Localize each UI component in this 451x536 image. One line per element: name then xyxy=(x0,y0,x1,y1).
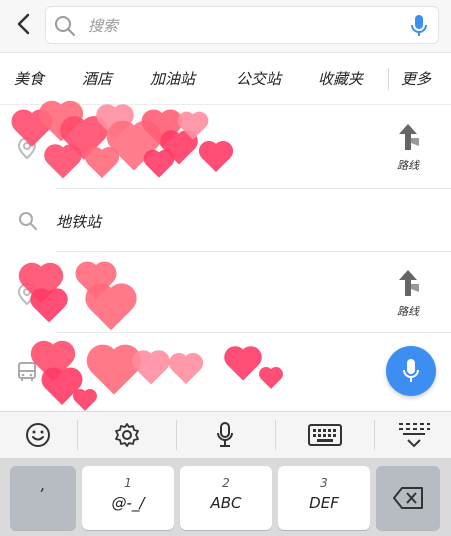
category-favorites[interactable]: 收藏夹 xyxy=(318,68,363,89)
search-icon xyxy=(54,15,76,41)
route-button[interactable]: 路线 xyxy=(391,269,425,319)
emoji-icon xyxy=(26,423,50,447)
route-label: 路线 xyxy=(397,305,419,318)
search-placeholder: 搜索 xyxy=(88,17,119,35)
toolbar-divider xyxy=(374,420,375,450)
top-search-bar: 搜索 xyxy=(0,0,451,53)
toolbar-divider xyxy=(275,420,276,450)
route-arrow-icon xyxy=(399,124,419,150)
key-2[interactable]: 2 ABC xyxy=(180,466,272,530)
row-divider xyxy=(56,332,451,333)
key-number: 1 xyxy=(124,476,132,490)
category-divider xyxy=(388,68,389,90)
key-label: ABC xyxy=(210,494,242,512)
route-button[interactable]: 路线 xyxy=(391,123,425,173)
keyboard-switch-button[interactable] xyxy=(305,420,345,450)
category-bus-stop[interactable]: 公交站 xyxy=(236,68,281,89)
toolbar-divider xyxy=(77,420,78,450)
category-gas-station[interactable]: 加油站 xyxy=(150,68,195,89)
emoji-button[interactable] xyxy=(18,420,58,450)
route-label: 路线 xyxy=(397,159,419,172)
hide-keyboard-button[interactable] xyxy=(394,420,434,450)
microphone-icon[interactable] xyxy=(410,14,428,42)
row-divider xyxy=(56,251,451,252)
search-history-icon xyxy=(18,211,38,235)
backspace-key[interactable] xyxy=(376,466,440,530)
key-number: 3 xyxy=(320,476,328,490)
key-number: 2 xyxy=(222,476,230,490)
key-label: @-_/ xyxy=(111,494,145,512)
history-title: 地铁站 xyxy=(56,213,102,231)
settings-button[interactable] xyxy=(107,420,147,450)
category-food[interactable]: 美食 xyxy=(14,68,44,89)
category-bar: 美食 酒店 加油站 公交站 收藏夹 更多 xyxy=(0,54,451,105)
keyboard-toolbar xyxy=(0,411,451,459)
search-input[interactable]: 搜索 xyxy=(45,6,439,44)
category-more[interactable]: 更多 xyxy=(401,68,431,89)
backspace-icon xyxy=(393,487,423,509)
category-hotel[interactable]: 酒店 xyxy=(82,68,112,89)
toolbar-divider xyxy=(176,420,177,450)
key-label: , xyxy=(40,476,46,494)
voice-search-button[interactable] xyxy=(386,346,436,396)
keyboard: , 1 @-_/ 2 ABC 3 DEF xyxy=(0,458,451,536)
list-item[interactable]: 地铁站 xyxy=(0,190,451,252)
back-button[interactable] xyxy=(10,10,36,38)
keyboard-collapse-icon xyxy=(399,423,430,448)
key-comma[interactable]: , xyxy=(10,466,76,530)
key-label: DEF xyxy=(309,494,339,512)
bus-icon xyxy=(18,362,36,386)
back-arrow-icon xyxy=(17,13,30,35)
gear-icon xyxy=(115,423,139,447)
row-divider xyxy=(56,188,451,189)
voice-input-button[interactable] xyxy=(205,420,245,450)
route-arrow-icon xyxy=(399,270,419,296)
key-3[interactable]: 3 DEF xyxy=(278,466,370,530)
microphone-icon xyxy=(217,422,233,447)
list-item[interactable]: 路线 xyxy=(0,253,451,333)
microphone-icon xyxy=(403,359,419,382)
keyboard-icon xyxy=(308,424,342,446)
key-1[interactable]: 1 @-_/ xyxy=(82,466,174,530)
